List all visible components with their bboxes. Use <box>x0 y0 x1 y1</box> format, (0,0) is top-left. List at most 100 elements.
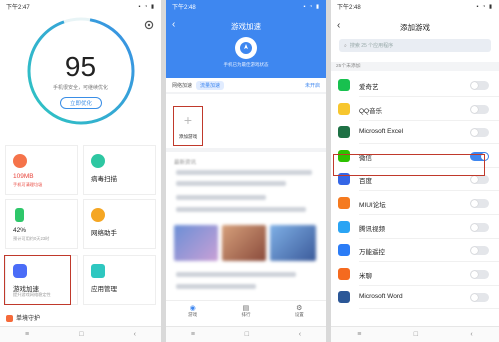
status-bar: 下午2:48 ▪ ◔ ▮ <box>331 0 499 13</box>
toggle-knob <box>471 294 478 302</box>
app-toggle[interactable] <box>470 199 489 208</box>
app-row[interactable]: 米聊 <box>331 263 499 286</box>
app-toggle[interactable] <box>470 269 489 279</box>
add-game-label: 添加游戏 <box>178 134 198 139</box>
app-name: 腾讯视频 <box>359 225 385 233</box>
back-nav-icon[interactable]: ‹ <box>470 331 472 338</box>
news-line <box>176 181 286 186</box>
page-title: 游戏加速 <box>231 22 261 31</box>
optimize-button[interactable]: 立即优化 <box>60 97 102 109</box>
app-name: Microsoft Word <box>359 293 403 301</box>
plus-icon: + <box>183 112 193 128</box>
cleanup-card[interactable]: 109MB 手机可清理垃圾 <box>5 145 78 195</box>
game-boost-highlight <box>4 255 71 305</box>
game-state-text: 手机已为最佳游戏状态 <box>223 62 269 67</box>
toggle-knob <box>471 129 478 137</box>
news-line <box>176 170 312 175</box>
add-game-button[interactable]: + 添加游戏 <box>173 106 203 146</box>
battery-card[interactable]: 42% 预计可用约0天23时 <box>5 199 78 249</box>
status-icons: ▪ ◔ ▮ <box>138 3 155 10</box>
news-thumbnail[interactable] <box>222 225 266 261</box>
card-subtitle: 预计可用约0天23时 <box>13 236 50 241</box>
game-boost-screen: 下午2:48 ▪ ◔ ▮ ‹ 游戏加速 手机已为最佳游戏状态 网络加速 流量加速… <box>166 0 326 342</box>
apps-icon <box>91 264 105 278</box>
app-toggle[interactable] <box>470 128 489 138</box>
app-name: Microsoft Excel <box>359 128 404 136</box>
search-placeholder: 搜索 25 个应用程序 <box>349 43 394 49</box>
security-center-screen: 下午2:47 ▪ ◔ ▮ 95 手机很安全，可继续优化 立即优化 109MB 手… <box>0 0 161 342</box>
home-nav-icon[interactable]: □ <box>79 331 83 338</box>
network-boost-label: 网络加速 <box>172 82 193 89</box>
menu-nav-icon[interactable]: ≡ <box>191 331 195 338</box>
page-title: 添加游戏 <box>400 23 430 32</box>
card-subtitle: 手机可清理垃圾 <box>13 182 43 187</box>
card-title: 109MB <box>13 173 34 180</box>
app-name: 万能遥控 <box>359 249 385 257</box>
menu-nav-icon[interactable]: ≡ <box>25 331 29 338</box>
search-input[interactable]: ⌕ 搜索 25 个应用程序 <box>339 39 491 52</box>
battery-icon <box>15 208 24 222</box>
network-icon <box>91 208 105 222</box>
news-line <box>176 272 296 277</box>
tab-label: 排行 <box>241 312 251 317</box>
app-row[interactable]: 爱奇艺 <box>331 74 499 97</box>
news-header: 最新资讯 <box>174 160 197 166</box>
back-nav-icon[interactable]: ‹ <box>134 331 136 338</box>
guard-item[interactable]: 单境守护 <box>6 313 40 322</box>
system-nav-bar: ≡ □ ‹ <box>0 326 161 342</box>
tencent-video-icon <box>338 220 350 233</box>
tab-settings[interactable]: ⚙ 设置 <box>295 301 304 328</box>
tab-rank[interactable]: ▤ 排行 <box>241 301 250 328</box>
guard-icon <box>6 314 13 322</box>
gear-icon: ⚙ <box>296 305 303 312</box>
app-name: MIUI论坛 <box>359 202 386 209</box>
app-toggle[interactable] <box>470 293 489 303</box>
system-nav-bar: ≡ □ ‹ <box>166 326 326 342</box>
network-boost-status: 未开启 <box>304 82 320 89</box>
excel-icon <box>338 126 350 139</box>
status-bar: 下午2:47 ▪ ◔ ▮ <box>0 0 161 13</box>
news-line <box>176 195 266 200</box>
add-game-screen: 下午2:48 ▪ ◔ ▮ ‹ 添加游戏 ⌕ 搜索 25 个应用程序 25个未添加… <box>331 0 499 342</box>
app-row[interactable]: 万能遥控 <box>331 239 499 263</box>
status-icons: ▪ ◔ ▮ <box>476 3 493 10</box>
toggle-knob <box>471 82 478 89</box>
iqiyi-icon <box>338 79 350 91</box>
app-toggle[interactable] <box>470 81 489 90</box>
word-icon <box>338 291 350 304</box>
app-toggle[interactable] <box>470 175 489 185</box>
row-divider <box>359 308 499 310</box>
card-title: 应用管理 <box>91 286 117 293</box>
app-toggle[interactable] <box>470 222 489 232</box>
app-toggle[interactable] <box>470 104 489 114</box>
network-assistant-card[interactable]: 网络助手 <box>83 199 156 249</box>
miui-forum-icon <box>338 197 350 209</box>
virus-scan-card[interactable]: 病毒扫描 <box>83 145 156 195</box>
app-toggle[interactable] <box>470 246 489 256</box>
remote-icon <box>338 244 350 257</box>
status-time: 下午2:47 <box>6 5 30 11</box>
shield-icon <box>91 154 105 168</box>
app-row[interactable]: Microsoft Excel <box>331 121 499 145</box>
app-name: QQ音乐 <box>359 107 383 115</box>
home-nav-icon[interactable]: □ <box>245 331 249 338</box>
network-boost-row[interactable]: 网络加速 流量加速 未开启 <box>166 78 326 92</box>
menu-nav-icon[interactable]: ≡ <box>357 331 361 338</box>
back-nav-icon[interactable]: ‹ <box>299 331 301 338</box>
gear-icon[interactable] <box>144 20 154 30</box>
system-nav-bar: ≡ □ ‹ <box>331 326 499 342</box>
app-row[interactable]: Microsoft Word <box>331 286 499 310</box>
card-title: 42% <box>13 227 27 234</box>
app-row[interactable]: QQ音乐 <box>331 98 499 121</box>
security-score: 95 <box>64 51 97 82</box>
tab-games[interactable]: ◉ 游戏 <box>188 301 197 328</box>
news-thumbnail[interactable] <box>174 225 218 261</box>
app-manager-card[interactable]: 应用管理 <box>83 255 156 305</box>
news-line <box>176 284 256 289</box>
news-thumbnail[interactable] <box>270 225 316 261</box>
app-row[interactable]: 腾讯视频 <box>331 216 499 239</box>
home-nav-icon[interactable]: □ <box>414 331 418 338</box>
app-row[interactable]: MIUI论坛 <box>331 192 499 215</box>
news-line <box>176 207 306 212</box>
traffic-boost-pill[interactable]: 流量加速 <box>196 80 225 90</box>
